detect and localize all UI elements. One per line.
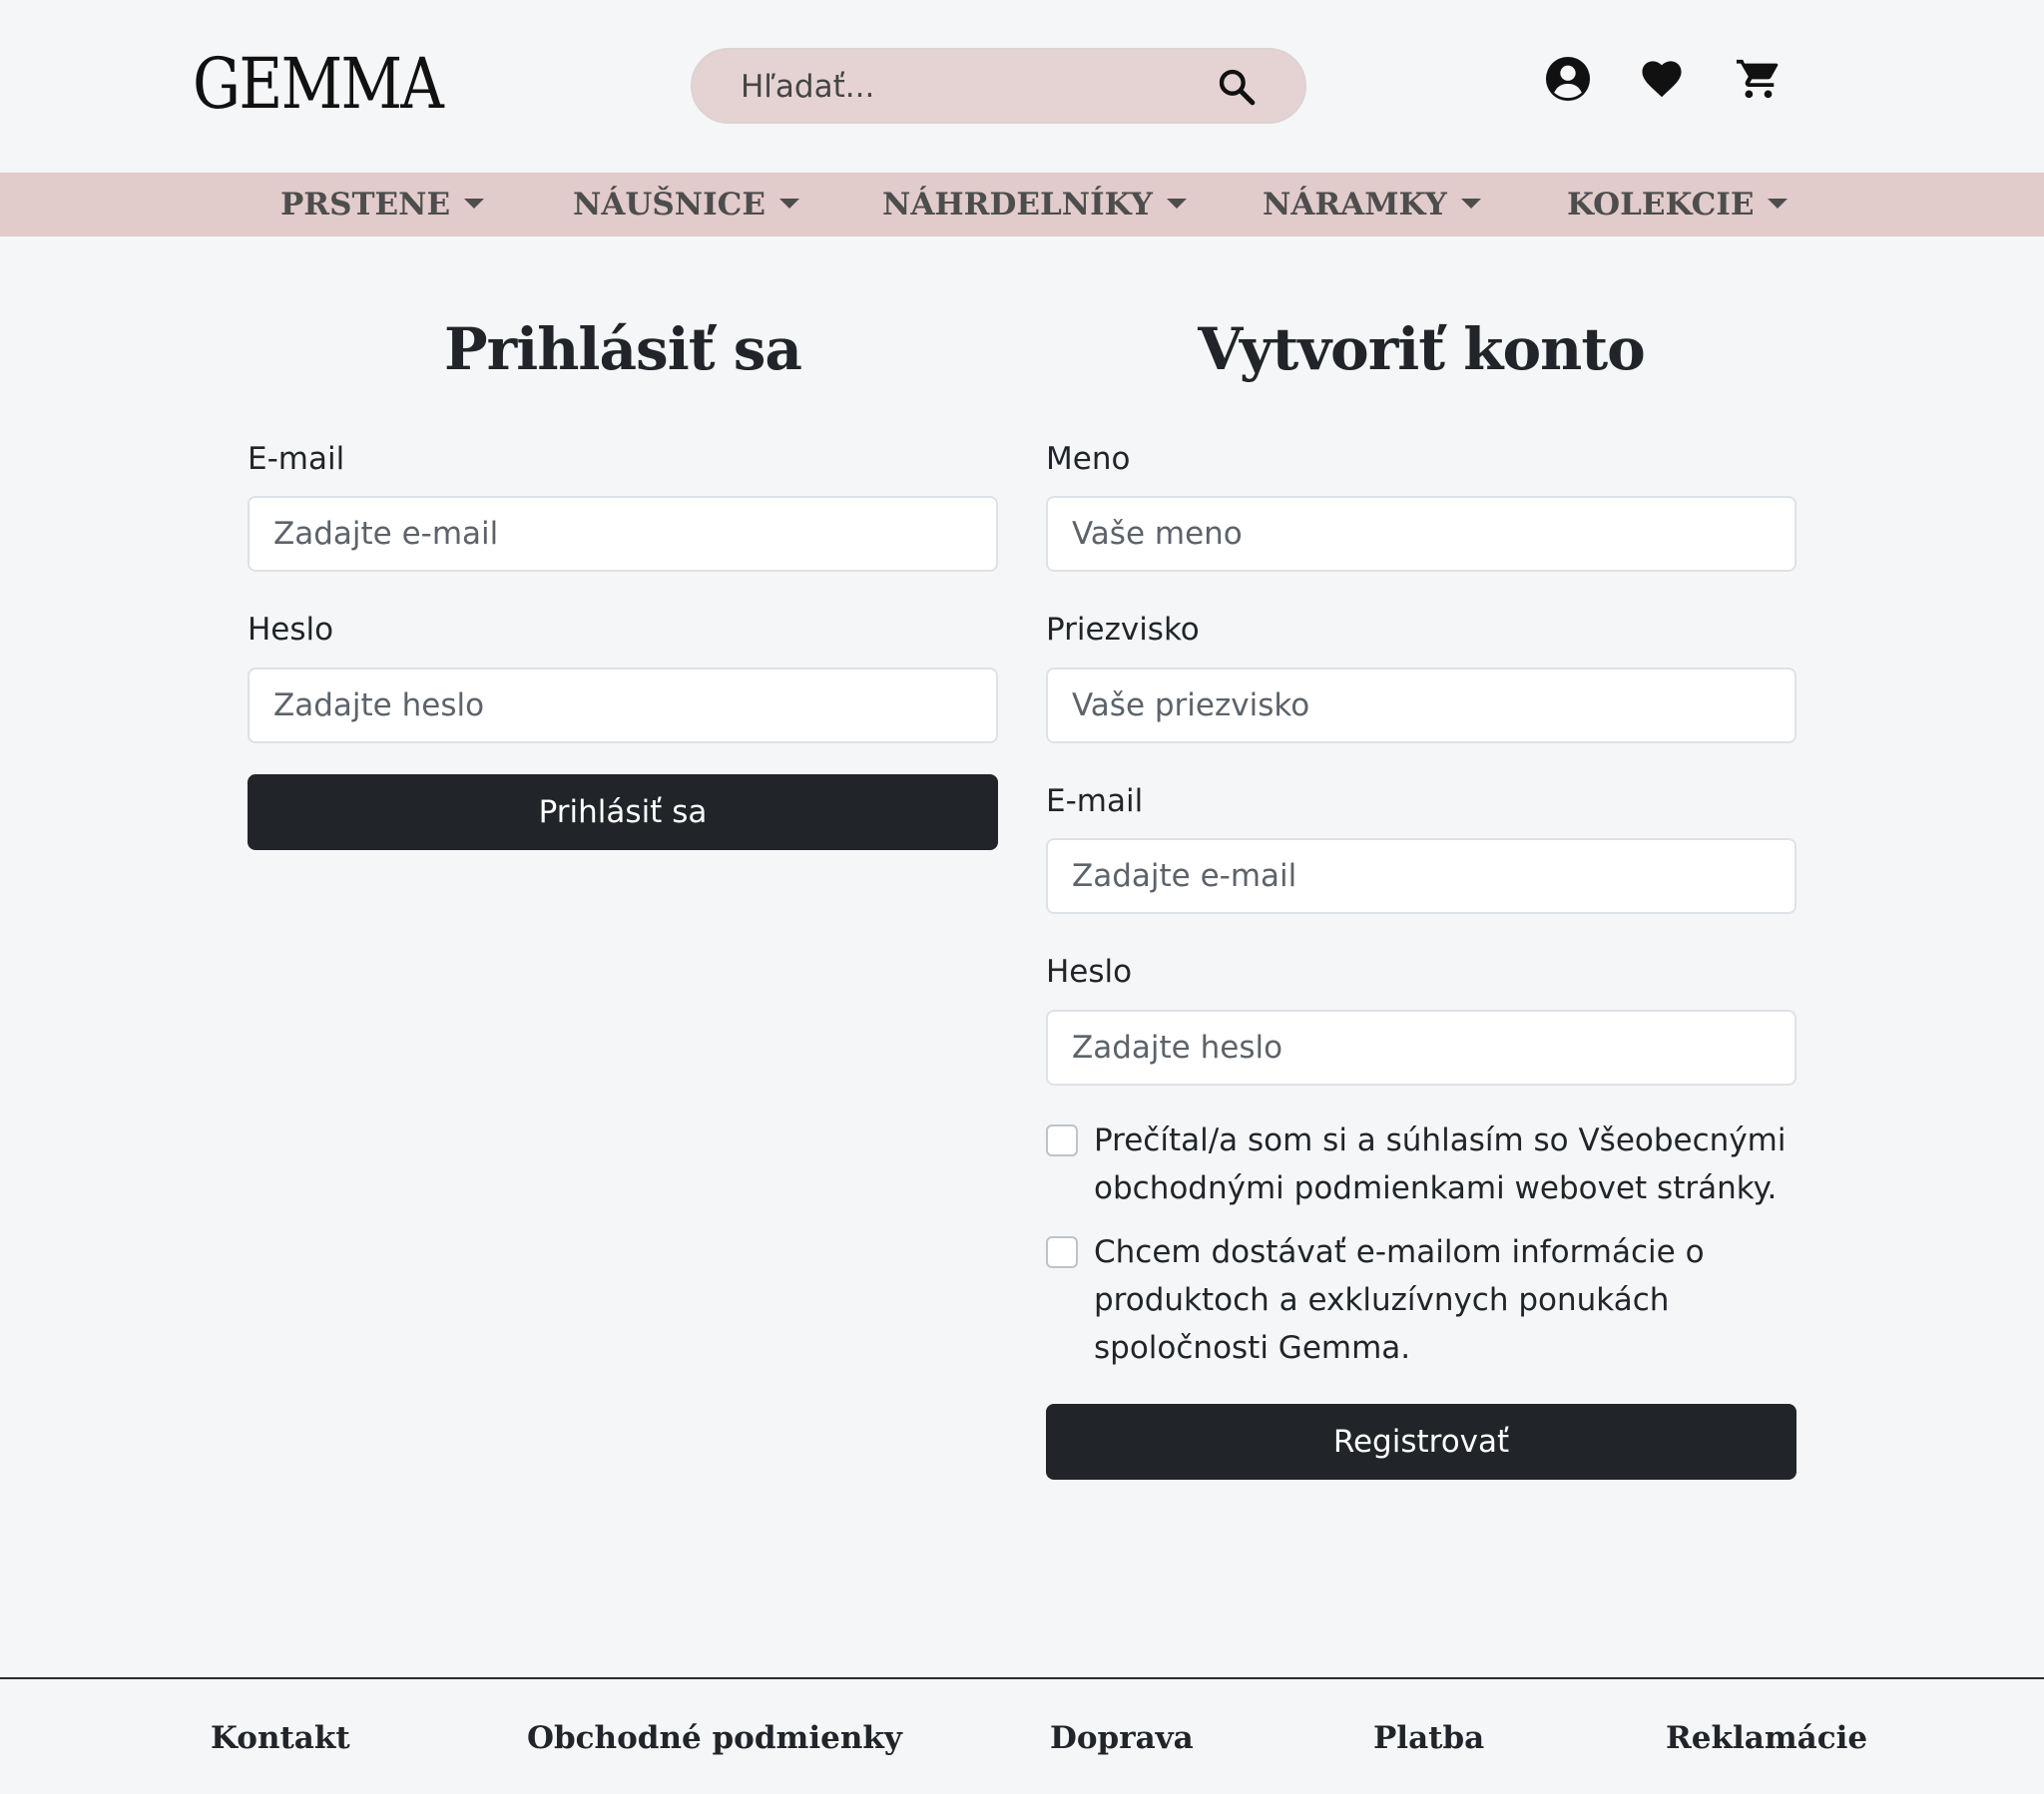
register-name-label: Meno: [1046, 441, 1131, 477]
login-password-field[interactable]: Zadajte heslo: [248, 668, 998, 743]
register-button[interactable]: Registrovať: [1046, 1404, 1796, 1480]
login-password-label: Heslo: [248, 612, 334, 648]
register-name-field[interactable]: Vaše meno: [1046, 496, 1796, 572]
search-input[interactable]: Hľadať...: [741, 50, 874, 124]
nav-item-nausnice[interactable]: NÁUŠNICE: [573, 173, 799, 236]
nav-item-nahrdelniky[interactable]: NÁHRDELNÍKY: [882, 173, 1187, 236]
footer-link-kontakt[interactable]: Kontakt: [211, 1713, 350, 1763]
cart-icon[interactable]: [1735, 56, 1781, 102]
login-button[interactable]: Prihlásiť sa: [248, 774, 998, 850]
nav-item-naramky[interactable]: NÁRAMKY: [1263, 173, 1481, 236]
register-email-label: E-mail: [1046, 783, 1144, 819]
terms-label: Prečítal/a som si a súhlasím so Všeobecn…: [1094, 1122, 1787, 1206]
main-nav: PRSTENE NÁUŠNICE NÁHRDELNÍKY NÁRAMKY KOL…: [0, 173, 2044, 236]
nav-item-prstene[interactable]: PRSTENE: [280, 173, 485, 236]
login-email-field[interactable]: Zadajte e-mail: [248, 496, 998, 572]
register-email-field[interactable]: Zadajte e-mail: [1046, 838, 1796, 914]
newsletter-checkbox[interactable]: [1046, 1236, 1078, 1268]
account-icon[interactable]: [1545, 56, 1591, 102]
chevron-down-icon: [464, 199, 485, 209]
footer-link-reklamacie[interactable]: Reklamácie: [1666, 1713, 1867, 1763]
brand-logo[interactable]: GEMMA: [193, 44, 444, 124]
register-surname-field[interactable]: Vaše priezvisko: [1046, 668, 1796, 743]
register-password-field[interactable]: Zadajte heslo: [1046, 1010, 1796, 1086]
heart-icon[interactable]: [1639, 56, 1685, 102]
chevron-down-icon: [778, 199, 799, 209]
register-password-label: Heslo: [1046, 954, 1133, 990]
register-title: Vytvoriť konto: [1198, 315, 1646, 383]
footer-link-doprava[interactable]: Doprava: [1050, 1713, 1194, 1763]
chevron-down-icon: [1166, 199, 1187, 209]
login-email-label: E-mail: [248, 441, 345, 477]
terms-checkbox[interactable]: [1046, 1124, 1078, 1156]
search-icon[interactable]: [1217, 67, 1257, 107]
footer-link-platba[interactable]: Platba: [1373, 1713, 1484, 1763]
chevron-down-icon: [1768, 199, 1788, 209]
newsletter-label: Chcem dostávať e-mailom informácie o pro…: [1094, 1234, 1705, 1366]
nav-item-kolekcie[interactable]: KOLEKCIE: [1567, 173, 1788, 236]
login-title: Prihlásiť sa: [444, 315, 802, 383]
chevron-down-icon: [1460, 199, 1481, 209]
footer-link-obchodne-podmienky[interactable]: Obchodné podmienky: [527, 1713, 902, 1763]
footer-divider: [0, 1677, 2044, 1679]
register-surname-label: Priezvisko: [1046, 612, 1200, 648]
search-bar[interactable]: Hľadať...: [691, 48, 1306, 124]
